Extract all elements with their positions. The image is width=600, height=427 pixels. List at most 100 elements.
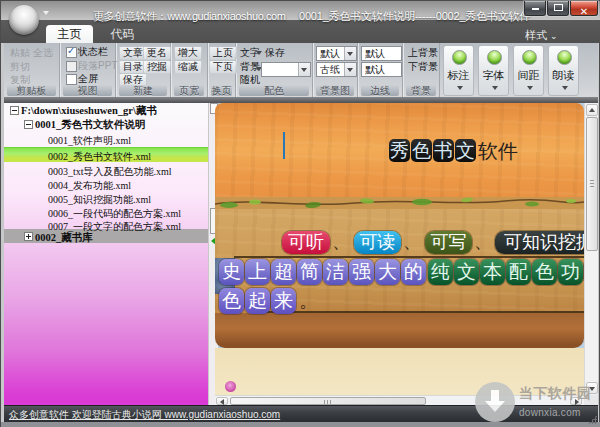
font-orb-icon — [487, 50, 502, 65]
close-icon: ✕ — [580, 6, 588, 17]
scroll-up-icon — [589, 108, 595, 112]
statusbar-checkbox-label[interactable]: 状态栏 — [78, 46, 108, 58]
fullscreen-checkbox[interactable] — [66, 74, 77, 85]
tree-item-0002[interactable]: 0002_秀色书文软件.xml — [48, 150, 151, 163]
document-canvas[interactable]: 秀色书文 软件 可听 、 可读 、 可写 、 可知识挖掘 史上超简洁强大的 纯文… — [215, 103, 598, 405]
tree-root-label[interactable]: F:\down\xiuseshuwen_gr\藏书 — [21, 104, 157, 117]
group-label-pagewidth: 页宽 — [174, 85, 204, 96]
status-link[interactable]: 众多创意软件 欢迎登陆古典小说网 www.gudianxiaoshuo.com — [9, 408, 280, 422]
ribbon-group-pagewidth: 增大 缩减 页宽 — [171, 43, 208, 97]
borderline-combo-2[interactable]: 默认 — [361, 62, 402, 77]
style-menu[interactable]: 样式 ⌄ — [525, 29, 585, 42]
separator: 、 — [474, 231, 492, 254]
group-label-borderline: 边线 — [361, 85, 399, 96]
mine-button[interactable]: 挖掘 — [143, 60, 171, 74]
decrease-button[interactable]: 缩减 — [174, 60, 202, 74]
lower-bg-button[interactable]: 下背景 — [404, 60, 442, 74]
paragraph-ppt-checkbox[interactable] — [66, 61, 77, 72]
line-b-purple-tiles: 史上超简洁强大的 — [219, 259, 426, 285]
seg-read: 可读 — [354, 231, 401, 254]
ribbon-group-new: 文章 更名 目录 挖掘 保存 新建 — [116, 43, 171, 97]
tree-folder-collapse-icon[interactable] — [24, 120, 33, 129]
horizontal-scroll-thumb[interactable] — [230, 397, 426, 405]
speak-button[interactable]: 朗读 — [548, 45, 579, 96]
leaf-border-decoration — [215, 189, 584, 215]
separator: 、 — [332, 231, 350, 254]
vertical-scroll-thumb[interactable] — [586, 117, 598, 251]
speak-caret-icon — [562, 86, 568, 90]
scroll-up-button[interactable] — [586, 104, 598, 116]
next-page-button[interactable]: 下页 — [209, 60, 237, 74]
doc-title-plain: 软件 — [478, 139, 518, 163]
line-c-period: 。 — [299, 288, 318, 314]
bgimage-combo-2[interactable]: 古纸 — [316, 62, 357, 77]
ribbon-group-bgimage: 默认 古纸 背景图 — [313, 43, 358, 97]
upper-bg-button[interactable]: 上背景 — [404, 46, 442, 60]
tree-item-0004[interactable]: 0004_发布功能.xml — [48, 179, 131, 192]
save-color-button[interactable]: 保存 — [261, 46, 289, 60]
seg-write: 可写 — [425, 231, 472, 254]
color-combo-arrow[interactable] — [298, 63, 310, 76]
cut-button[interactable]: 剪切 — [6, 60, 34, 74]
app-menu-orb[interactable] — [9, 5, 39, 35]
group-label-new: 新建 — [119, 85, 167, 96]
bgimage-combo-2-arrow[interactable] — [344, 63, 356, 76]
tree-root-collapse-icon[interactable] — [10, 106, 19, 115]
minimize-button[interactable] — [524, 1, 546, 16]
tree-folder-label[interactable]: 0001_秀色书文软件说明 — [35, 118, 145, 131]
font-button[interactable]: 字体 — [478, 45, 509, 96]
pink-mark-icon — [225, 381, 236, 392]
line-c-purple-tiles: 色起来 — [219, 288, 296, 314]
spacing-orb-icon — [522, 50, 537, 65]
color-combo[interactable] — [261, 62, 311, 77]
tree-collapsed-expand-icon[interactable] — [24, 232, 33, 241]
bgimage-combo-1-arrow[interactable] — [344, 47, 356, 60]
ribbon-group-background: 上背景 下背景 背景 — [403, 43, 440, 97]
watermark-domain: downxia.com — [519, 407, 581, 418]
font-caret-icon — [492, 86, 498, 90]
window-title-right: 0001_秀色书文软件说明------0002_秀色书文软件 — [299, 9, 530, 23]
paper-dark-section — [215, 313, 584, 348]
tree-item-0006[interactable]: 0006_一段代码的配色方案.xml — [48, 207, 181, 220]
tree-item-0001[interactable]: 0001_软件声明.xml — [48, 134, 131, 147]
group-label-view: 视图 — [63, 85, 112, 96]
select-all-button[interactable]: 全选 — [29, 46, 57, 60]
maximize-icon — [554, 4, 563, 11]
tree-collapsed-label[interactable]: 0002_藏书库 — [35, 231, 93, 244]
annotate-button[interactable]: 标注 — [443, 45, 474, 96]
ribbon-group-clipboard: 粘贴 全选 剪切 复制 剪贴板 — [4, 43, 60, 97]
scroll-left-button[interactable] — [216, 397, 228, 405]
tab-code[interactable]: 代码 — [99, 25, 146, 43]
seg-mine: 可知识挖掘 — [495, 231, 598, 254]
minimize-icon — [532, 8, 539, 10]
tree-panel[interactable]: F:\down\xiuseshuwen_gr\藏书 0001_秀色书文软件说明 … — [4, 103, 208, 405]
separator: 、 — [403, 231, 421, 254]
annotate-caret-icon — [457, 86, 463, 90]
seg-listen: 可听 — [282, 231, 330, 254]
tree-item-0005[interactable]: 0005_知识挖掘功能.xml — [48, 193, 151, 206]
annotate-orb-icon — [452, 50, 467, 65]
window-frame-bottom — [1, 422, 600, 427]
maximize-button[interactable] — [547, 1, 569, 16]
window-title-left: 更多创意软件：www.gudianxiaoshuo.com — [93, 9, 286, 23]
rename-button[interactable]: 更名 — [143, 46, 171, 60]
bgimage-combo-1[interactable]: 默认 — [316, 46, 357, 61]
prev-page-button[interactable]: 上页 — [209, 46, 237, 60]
increase-button[interactable]: 增大 — [174, 46, 202, 60]
tree-item-0003[interactable]: 0003_txt导入及配色功能.xml — [48, 165, 172, 178]
ribbon-group-coloring: 文字 保存 背景 随机 配色 — [236, 43, 313, 97]
paragraph-ppt-checkbox-label[interactable]: 段落PPT — [78, 60, 117, 72]
fullscreen-checkbox-label[interactable]: 全屏 — [78, 73, 98, 85]
spacing-button[interactable]: 间距 — [513, 45, 544, 96]
check-icon: ✓ — [67, 45, 75, 56]
borderline-combo-1[interactable]: 默认 — [361, 46, 402, 61]
vertical-scrollbar[interactable] — [584, 103, 598, 395]
speak-orb-icon — [557, 50, 572, 65]
ruled-line-1 — [234, 256, 584, 258]
doc-title-tiles: 秀色书文 — [389, 139, 476, 163]
app-menu-caret-icon[interactable] — [43, 11, 49, 15]
tab-home[interactable]: 主页 — [46, 25, 93, 43]
ribbon: 粘贴 全选 剪切 复制 剪贴板 ✓ 状态栏 段落PPT 全屏 视图 文章 更名 … — [4, 43, 598, 97]
statusbar-checkbox[interactable]: ✓ — [66, 47, 77, 58]
close-button[interactable]: ✕ — [570, 1, 598, 16]
